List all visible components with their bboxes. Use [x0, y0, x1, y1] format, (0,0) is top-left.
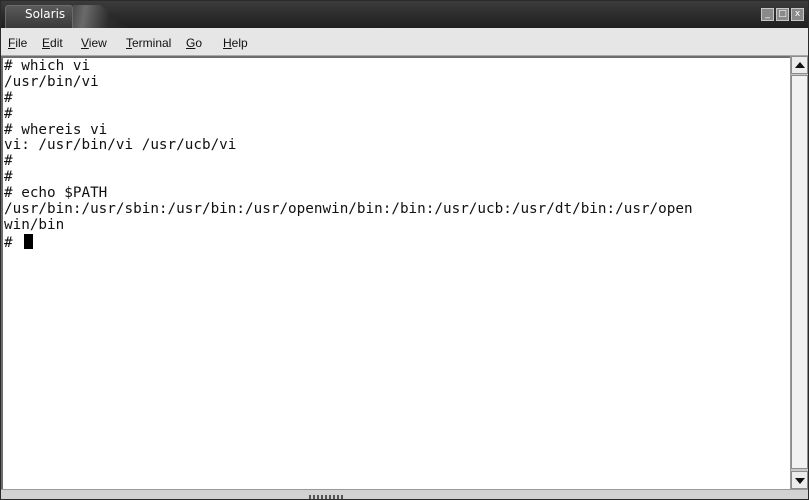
menu-view-label: iew — [88, 36, 107, 50]
scroll-up-button[interactable] — [791, 56, 808, 74]
scroll-down-button[interactable] — [791, 471, 808, 489]
menu-view-mnemonic: V — [81, 36, 89, 50]
menu-terminal-label: erminal — [132, 36, 172, 50]
menu-go-mnemonic: G — [186, 36, 196, 50]
title-bar-decoration — [73, 5, 133, 28]
terminal-line: # — [4, 169, 13, 186]
window-title: Solaris — [25, 7, 66, 21]
window-bottom-edge — [1, 489, 808, 499]
menu-view[interactable]: View — [81, 36, 107, 50]
menu-bar: File Edit View Terminal Go Help — [1, 28, 808, 56]
terminal-prompt-line[interactable]: # — [4, 233, 693, 251]
menu-help-label: elp — [231, 36, 248, 50]
terminal-lines: # which vi /usr/bin/vi # # # whereis vi … — [4, 58, 693, 251]
menu-go[interactable]: Go — [186, 36, 202, 50]
text-cursor — [24, 233, 34, 249]
title-bar[interactable]: Solaris _ □ x — [1, 1, 808, 28]
menu-file[interactable]: File — [8, 36, 27, 50]
menu-file-label: ile — [15, 36, 28, 50]
terminal-output[interactable]: # which vi /usr/bin/vi # # # whereis vi … — [1, 56, 790, 489]
terminal-line: # which vi — [4, 58, 91, 74]
arrow-down-icon — [795, 478, 805, 484]
window-controls: _ □ x — [761, 8, 804, 21]
terminal-line: # — [4, 89, 13, 106]
maximize-icon[interactable]: □ — [776, 8, 789, 21]
terminal-prompt: # — [4, 234, 22, 251]
close-icon[interactable]: x — [791, 8, 804, 21]
terminal-line: /usr/bin:/usr/sbin:/usr/bin:/usr/openwin… — [4, 201, 693, 218]
terminal-line: vi: /usr/bin/vi /usr/ucb/vi — [4, 137, 237, 154]
terminal-line: win/bin — [4, 216, 65, 233]
terminal-window: Solaris _ □ x File Edit View Terminal Go… — [0, 0, 809, 500]
minimize-icon[interactable]: _ — [761, 8, 774, 21]
terminal-line: # whereis vi — [4, 121, 108, 138]
menu-help-mnemonic: H — [223, 36, 232, 50]
menu-go-label: o — [195, 36, 203, 50]
menu-help[interactable]: Help — [223, 36, 248, 50]
vertical-scrollbar[interactable] — [790, 56, 808, 489]
terminal-line: /usr/bin/vi — [4, 73, 99, 90]
arrow-up-icon — [795, 62, 805, 68]
terminal-line: # — [4, 153, 13, 170]
menu-terminal[interactable]: Terminal — [126, 36, 171, 50]
menu-edit-label: dit — [50, 36, 63, 50]
menu-edit[interactable]: Edit — [42, 36, 63, 50]
terminal-line: # echo $PATH — [4, 185, 108, 202]
resize-grip-icon[interactable] — [309, 495, 345, 499]
menu-edit-mnemonic: E — [42, 36, 51, 50]
scrollbar-thumb[interactable] — [791, 75, 808, 469]
terminal-line: # — [4, 105, 13, 122]
